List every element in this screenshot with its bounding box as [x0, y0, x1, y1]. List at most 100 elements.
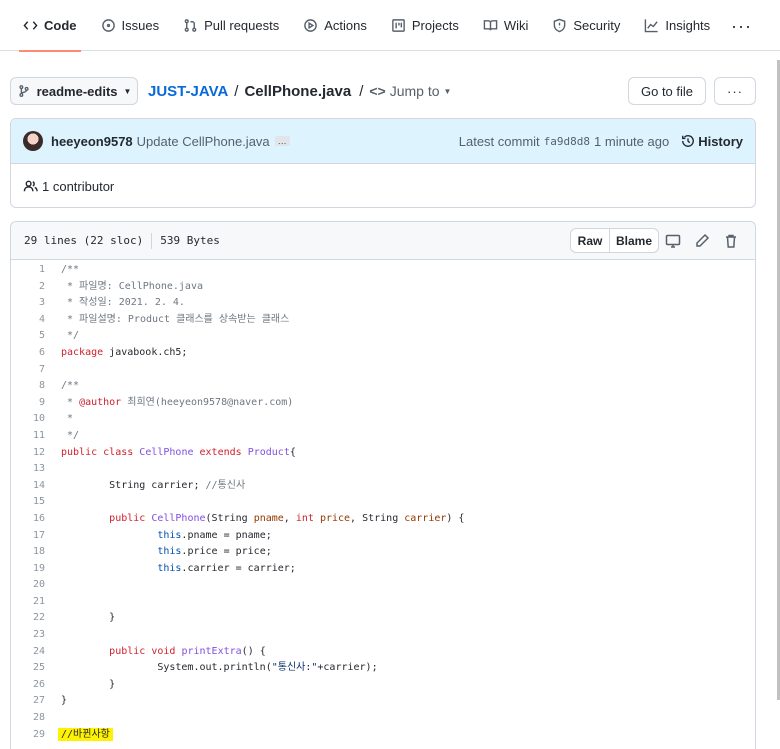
line-number[interactable]: 22: [11, 610, 45, 627]
code-token: .price = price;: [181, 546, 272, 558]
book-icon: [483, 19, 498, 30]
people-icon: [23, 180, 38, 191]
repo-link[interactable]: JUST-JAVA: [148, 83, 228, 100]
code-token: String carrier;: [61, 479, 206, 491]
line-number[interactable]: 9: [11, 395, 45, 412]
line-number[interactable]: 8: [11, 378, 45, 395]
code-text: * @author 최희연(heeyeon9578@naver.com): [45, 395, 293, 412]
jump-to-button[interactable]: <> Jump to ▼: [369, 83, 451, 99]
line-number[interactable]: 12: [11, 445, 45, 462]
code-icon: <>: [369, 83, 386, 99]
code-token: extends: [199, 446, 242, 458]
line-number[interactable]: 7: [11, 362, 45, 379]
raw-button[interactable]: Raw: [570, 228, 610, 253]
code-token: 최희연(heeyeon9578@naver.com): [121, 396, 294, 408]
graph-icon: [645, 18, 659, 32]
code-text: System.out.println("통신사:"+carrier);: [45, 660, 377, 677]
code-line: 3 * 작성일: 2021. 2. 4.: [11, 295, 755, 312]
code-text: public class CellPhone extends Product{: [45, 445, 296, 462]
more-actions-button[interactable]: ···: [714, 77, 756, 105]
commit-message[interactable]: Update CellPhone.java: [137, 134, 270, 149]
code-text: */: [45, 328, 79, 345]
tab-wiki[interactable]: Wiki: [471, 0, 541, 51]
code-text: this.carrier = carrier;: [45, 561, 295, 578]
commit-author[interactable]: heeyeon9578: [51, 134, 133, 149]
code-token: *: [61, 413, 74, 425]
line-number[interactable]: 24: [11, 644, 45, 661]
line-number[interactable]: 18: [11, 544, 45, 561]
line-number[interactable]: 23: [11, 627, 45, 644]
code-token: * 작성일: 2021. 2. 4.: [61, 297, 185, 309]
line-number[interactable]: 13: [11, 461, 45, 478]
history-button[interactable]: History: [681, 134, 743, 149]
code-text: /**: [45, 262, 79, 279]
expand-commit-message-button[interactable]: …: [274, 136, 290, 146]
line-number[interactable]: 4: [11, 312, 45, 329]
line-number[interactable]: 19: [11, 561, 45, 578]
branch-select-button[interactable]: readme-edits ▼: [10, 77, 138, 105]
shield-icon: [554, 18, 566, 32]
line-number[interactable]: 2: [11, 279, 45, 296]
code-text: //바뀐사항: [45, 727, 113, 744]
file-size: 539 Bytes: [160, 234, 220, 247]
code-line: 12 public class CellPhone extends Product…: [11, 445, 755, 462]
line-number[interactable]: 29: [11, 727, 45, 744]
code-line: 21: [11, 594, 755, 611]
code-lines: 1/** 2 * 파일명: CellPhone.java 3 * 작성일: 2021…: [11, 260, 755, 743]
tab-issues[interactable]: Issues: [89, 0, 172, 51]
commit-sha[interactable]: fa9d8d8: [544, 135, 590, 148]
tab-security[interactable]: Security: [540, 0, 632, 51]
code-text: *: [45, 411, 73, 428]
line-number[interactable]: 1: [11, 262, 45, 279]
tab-projects[interactable]: Projects: [379, 0, 471, 51]
more-options-icon[interactable]: ···: [731, 16, 752, 37]
line-number[interactable]: 21: [11, 594, 45, 611]
line-number[interactable]: 3: [11, 295, 45, 312]
avatar[interactable]: [23, 131, 43, 151]
desktop-icon[interactable]: [665, 233, 681, 249]
code-line: 13: [11, 461, 755, 478]
go-to-file-button[interactable]: Go to file: [628, 77, 706, 105]
tab-label: Insights: [665, 17, 711, 33]
line-number[interactable]: 14: [11, 478, 45, 495]
code-line: 24 public void printExtra() {: [11, 644, 755, 661]
line-number[interactable]: 5: [11, 328, 45, 345]
repo-nav-tabs: Code Issues Pull requests Actions Projects Wi…: [0, 0, 780, 52]
contributors-row[interactable]: 1 contributor: [11, 164, 755, 208]
line-number[interactable]: 10: [11, 411, 45, 428]
code-line: 19 this.carrier = carrier;: [11, 561, 755, 578]
line-number[interactable]: 17: [11, 528, 45, 545]
code-text: public void printExtra() {: [45, 644, 266, 661]
tab-pull-requests[interactable]: Pull requests: [171, 0, 291, 51]
tab-insights[interactable]: Insights: [632, 0, 722, 51]
line-number[interactable]: 25: [11, 660, 45, 677]
blame-button[interactable]: Blame: [610, 228, 659, 253]
line-number[interactable]: 16: [11, 511, 45, 528]
history-icon: [682, 135, 695, 147]
code-text: /**: [45, 378, 79, 395]
code-token: @author: [79, 396, 122, 408]
chevron-down-icon: ▼: [443, 86, 452, 96]
tab-code[interactable]: Code: [11, 0, 89, 52]
path-separator-2: /: [359, 82, 364, 100]
line-number[interactable]: 20: [11, 577, 45, 594]
line-number[interactable]: 11: [11, 428, 45, 445]
line-number[interactable]: 27: [11, 693, 45, 710]
line-number[interactable]: 26: [11, 677, 45, 694]
code-line: 9 * @author 최희연(heeyeon9578@naver.com): [11, 395, 755, 412]
line-number[interactable]: 28: [11, 710, 45, 727]
branch-name: readme-edits: [36, 83, 118, 99]
code-token: * 파일설명: Product 클래스를 상속받는 클래스: [61, 313, 290, 325]
code-token: "통신사:": [271, 662, 318, 674]
tab-actions[interactable]: Actions: [291, 0, 379, 51]
trash-icon[interactable]: [723, 233, 739, 249]
line-number[interactable]: 6: [11, 345, 45, 362]
code-token: public: [109, 512, 146, 524]
line-number[interactable]: 15: [11, 494, 45, 511]
pencil-icon[interactable]: [694, 233, 710, 249]
commit-time: 1 minute ago: [594, 133, 670, 149]
